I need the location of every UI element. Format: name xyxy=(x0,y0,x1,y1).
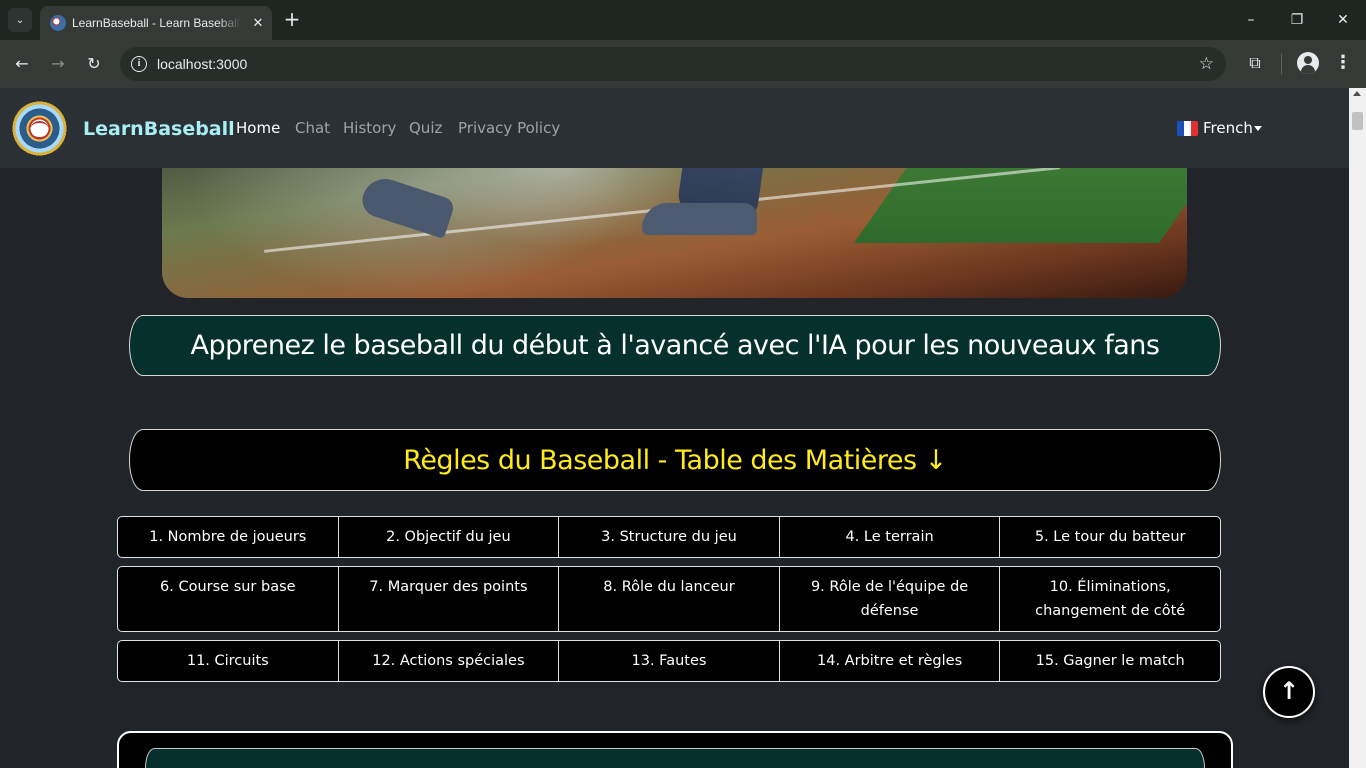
toc-link[interactable]: 15. Gagner le match xyxy=(999,641,1220,681)
baseball-logo-icon[interactable] xyxy=(12,101,67,156)
minimize-button[interactable]: – xyxy=(1237,8,1265,32)
toc-row: 6. Course sur base 7. Marquer des points… xyxy=(117,566,1221,632)
back-button[interactable]: ← xyxy=(10,52,34,76)
tab-close-icon[interactable]: ✕ xyxy=(248,13,268,33)
nav-link-privacy-policy[interactable]: Privacy Policy xyxy=(458,118,560,138)
nav-link-chat[interactable]: Chat xyxy=(295,118,330,138)
page-viewport: LearnBaseball Home Chat History Quiz Pri… xyxy=(0,88,1349,768)
toc-link[interactable]: 1. Nombre de joueurs xyxy=(118,517,338,557)
profile-icon[interactable] xyxy=(1297,52,1319,74)
toolbar-divider xyxy=(1281,54,1282,74)
url-text[interactable]: localhost:3000 xyxy=(157,55,247,73)
extensions-icon[interactable]: ⧉ xyxy=(1244,52,1266,74)
rules-section-card xyxy=(117,731,1233,768)
nav-link-home[interactable]: Home xyxy=(236,118,280,138)
scroll-to-top-button[interactable]: ↑ xyxy=(1263,666,1315,718)
toc-title: Règles du Baseball - Table des Matières … xyxy=(403,444,947,476)
toc-link[interactable]: 14. Arbitre et règles xyxy=(778,641,1000,681)
scroll-up-arrow-icon[interactable] xyxy=(1353,91,1361,96)
hero-shoe xyxy=(358,173,456,239)
tagline-banner: Apprenez le baseball du début à l'avancé… xyxy=(129,315,1221,376)
forward-button[interactable]: → xyxy=(46,52,70,76)
toc-row: 11. Circuits 12. Actions spéciales 13. F… xyxy=(117,640,1221,682)
tab-title: LearnBaseball - Learn Baseball from Basi… xyxy=(72,16,242,30)
french-flag-icon xyxy=(1177,121,1198,136)
hero-shoe xyxy=(642,203,757,235)
browser-menu-icon[interactable]: ⋮ xyxy=(1334,52,1352,74)
browser-toolbar: ← → ↻ i localhost:3000 ☆ ⧉ ⋮ xyxy=(0,40,1366,88)
toc-link[interactable]: 7. Marquer des points xyxy=(337,567,559,631)
toc-link[interactable]: 9. Rôle de l'équipe de défense xyxy=(778,567,1000,631)
toc-link[interactable]: 11. Circuits xyxy=(118,641,338,681)
address-bar[interactable]: i localhost:3000 ☆ xyxy=(120,47,1226,81)
browser-tab[interactable]: LearnBaseball - Learn Baseball from Basi… xyxy=(40,6,272,40)
toc-row: 1. Nombre de joueurs 2. Objectif du jeu … xyxy=(117,516,1221,558)
language-label: French xyxy=(1203,119,1253,137)
site-navbar: LearnBaseball Home Chat History Quiz Pri… xyxy=(0,88,1349,168)
close-window-button[interactable]: ✕ xyxy=(1329,8,1357,32)
nav-link-quiz[interactable]: Quiz xyxy=(409,118,442,138)
reload-button[interactable]: ↻ xyxy=(82,52,106,76)
new-tab-button[interactable]: + xyxy=(282,9,302,31)
scrollbar-thumb[interactable] xyxy=(1352,112,1363,130)
toc-link[interactable]: 8. Rôle du lanceur xyxy=(558,567,779,631)
toc-title-banner: Règles du Baseball - Table des Matières … xyxy=(129,429,1221,491)
toc-link[interactable]: 10. Éliminations, changement de côté xyxy=(999,567,1220,631)
toc-link[interactable]: 2. Objectif du jeu xyxy=(337,517,559,557)
favicon-icon xyxy=(50,15,66,31)
bookmark-star-icon[interactable]: ☆ xyxy=(1199,53,1214,75)
toc-link[interactable]: 5. Le tour du batteur xyxy=(999,517,1220,557)
toc-link[interactable]: 4. Le terrain xyxy=(778,517,1000,557)
toc-link[interactable]: 3. Structure du jeu xyxy=(558,517,779,557)
nav-link-history[interactable]: History xyxy=(343,118,396,138)
browser-tab-bar: ⌄ LearnBaseball - Learn Baseball from Ba… xyxy=(0,0,1366,40)
toc-link[interactable]: 12. Actions spéciales xyxy=(337,641,559,681)
page-scrollbar[interactable] xyxy=(1349,88,1366,768)
hero-grass xyxy=(853,163,1187,243)
toc-link[interactable]: 6. Course sur base xyxy=(118,567,338,631)
tab-list-button[interactable]: ⌄ xyxy=(8,8,32,32)
brand-name[interactable]: LearnBaseball xyxy=(83,117,235,141)
site-info-icon[interactable]: i xyxy=(131,56,147,72)
toc-link[interactable]: 13. Fautes xyxy=(558,641,779,681)
caret-down-icon xyxy=(1254,126,1262,131)
restore-button[interactable]: ❐ xyxy=(1283,8,1311,32)
section-heading-banner xyxy=(145,748,1205,768)
tagline-text: Apprenez le baseball du début à l'avancé… xyxy=(190,330,1160,361)
